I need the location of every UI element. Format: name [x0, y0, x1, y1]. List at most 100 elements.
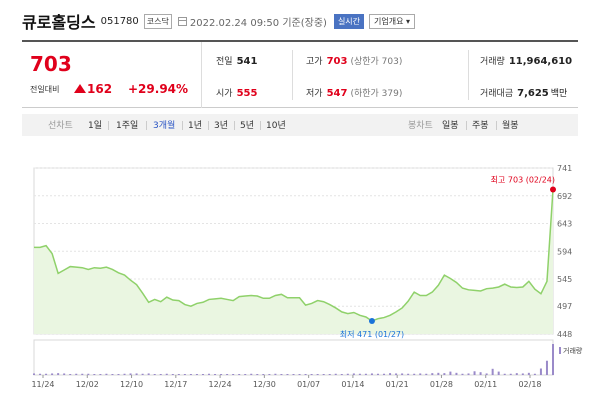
low-point-marker — [368, 317, 375, 324]
tab-monthly[interactable]: 월봉 — [502, 118, 519, 131]
volume-bar — [401, 373, 404, 375]
volume-bar — [545, 360, 548, 375]
tab-divider — [208, 121, 209, 130]
tab-10y[interactable]: 10년 — [266, 118, 286, 131]
volume-bar — [328, 374, 331, 375]
open-label: 시가 — [216, 89, 233, 99]
realtime-button[interactable]: 실시간 — [333, 13, 365, 29]
tab-divider — [146, 121, 147, 130]
volume-bar — [280, 374, 283, 375]
volume-bar — [232, 374, 235, 375]
volume-bar — [352, 373, 355, 375]
volume-bar — [521, 373, 524, 375]
divider — [468, 50, 469, 100]
volume-bar — [183, 374, 186, 375]
volume-bar — [413, 373, 416, 375]
x-tick-label: 12/17 — [164, 380, 187, 389]
prev-close-value: 541 — [236, 56, 258, 67]
volume-bar — [147, 373, 150, 375]
tab-weekly[interactable]: 주봉 — [472, 118, 489, 131]
x-tick-label: 02/11 — [474, 380, 497, 389]
volume-bar — [141, 373, 144, 375]
volume-bar — [431, 373, 434, 375]
tab-1w[interactable]: 1주일 — [116, 118, 138, 131]
volume-bar — [171, 374, 174, 375]
tab-5y[interactable]: 5년 — [240, 118, 254, 131]
volume-bar — [274, 373, 277, 375]
volume-bar — [310, 374, 313, 375]
tab-daily[interactable]: 일봉 — [442, 118, 459, 131]
volume-bar — [129, 373, 132, 375]
volume-bar — [123, 373, 126, 375]
prev-close-label: 전일 — [216, 57, 233, 67]
volume-bar — [262, 374, 265, 375]
tab-3m[interactable]: 3개월 — [153, 118, 175, 131]
price-chart: 741 692 643 594 545 497 448 최고 703 (02/24) 최저 47… — [31, 164, 583, 389]
volume-bar — [177, 374, 180, 375]
tab-divider — [260, 121, 261, 130]
amount-value: 7,625 — [517, 88, 549, 99]
y-tick-label: 545 — [557, 275, 572, 284]
volume-bar — [479, 372, 482, 375]
low-annotation: 최저 471 (01/27) — [340, 329, 404, 339]
volume-bar — [358, 373, 361, 375]
volume-bar — [39, 373, 42, 375]
volume-bar — [220, 374, 223, 375]
volume-bar — [395, 373, 398, 375]
volume-bar — [419, 373, 422, 375]
volume-bar — [334, 373, 337, 375]
high-point-marker — [550, 186, 556, 193]
y-tick-label: 497 — [557, 302, 572, 311]
volume-bar — [159, 374, 162, 375]
tab-divider — [108, 121, 109, 130]
volume-stat: 거래량 11,964,610 — [480, 54, 572, 67]
volume-bar — [346, 373, 349, 375]
tab-3y[interactable]: 3년 — [214, 118, 228, 131]
volume-bar — [316, 374, 319, 375]
divider — [292, 50, 293, 100]
current-price: 703 — [30, 52, 72, 76]
volume-bar — [304, 374, 307, 375]
volume-bar — [87, 373, 90, 375]
volume-bar — [51, 373, 54, 375]
volume-legend-label: 거래량 — [563, 346, 583, 355]
volume-bar — [473, 371, 476, 375]
upper-limit: (상한가 703) — [350, 57, 403, 67]
volume-bar — [552, 344, 554, 375]
volume-bar — [539, 368, 542, 375]
tab-divider — [234, 121, 235, 130]
volume-bar — [527, 372, 530, 375]
up-arrow-icon — [74, 84, 86, 93]
tab-1y[interactable]: 1년 — [188, 118, 202, 131]
volume-bar — [389, 373, 392, 375]
volume-bar — [226, 374, 229, 375]
volume-label: 거래량 — [480, 57, 505, 67]
low-label: 저가 — [306, 89, 323, 99]
low-price: 저가 547 (하한가 379) — [306, 86, 402, 99]
volume-bar — [407, 373, 410, 375]
high-price: 고가 703 (상한가 703) — [306, 54, 402, 67]
calendar-icon — [177, 16, 187, 26]
volume-bar — [383, 373, 386, 375]
stock-code: 051780 — [100, 15, 139, 27]
company-name: 큐로홀딩스 — [22, 13, 96, 32]
volume-bar — [425, 373, 428, 375]
volume-bar — [69, 374, 72, 375]
volume-bar — [75, 373, 78, 375]
volume-bar — [45, 373, 48, 375]
x-tick-label: 01/28 — [430, 380, 453, 389]
amount-label: 거래대금 — [480, 89, 514, 99]
prev-close: 전일 541 — [216, 54, 257, 67]
company-overview-button[interactable]: 기업개요 ▾ — [369, 13, 416, 29]
volume-bar — [57, 373, 60, 375]
volume-value: 11,964,610 — [508, 56, 573, 67]
price-area — [34, 189, 553, 334]
volume-bar — [99, 374, 102, 375]
volume-bar — [491, 368, 494, 375]
volume-bar — [250, 373, 253, 375]
volume-bar — [244, 374, 247, 375]
volume-bar — [268, 374, 271, 375]
x-tick-label: 01/21 — [386, 380, 409, 389]
volume-bar — [63, 373, 66, 375]
tab-1d[interactable]: 1일 — [88, 118, 102, 131]
